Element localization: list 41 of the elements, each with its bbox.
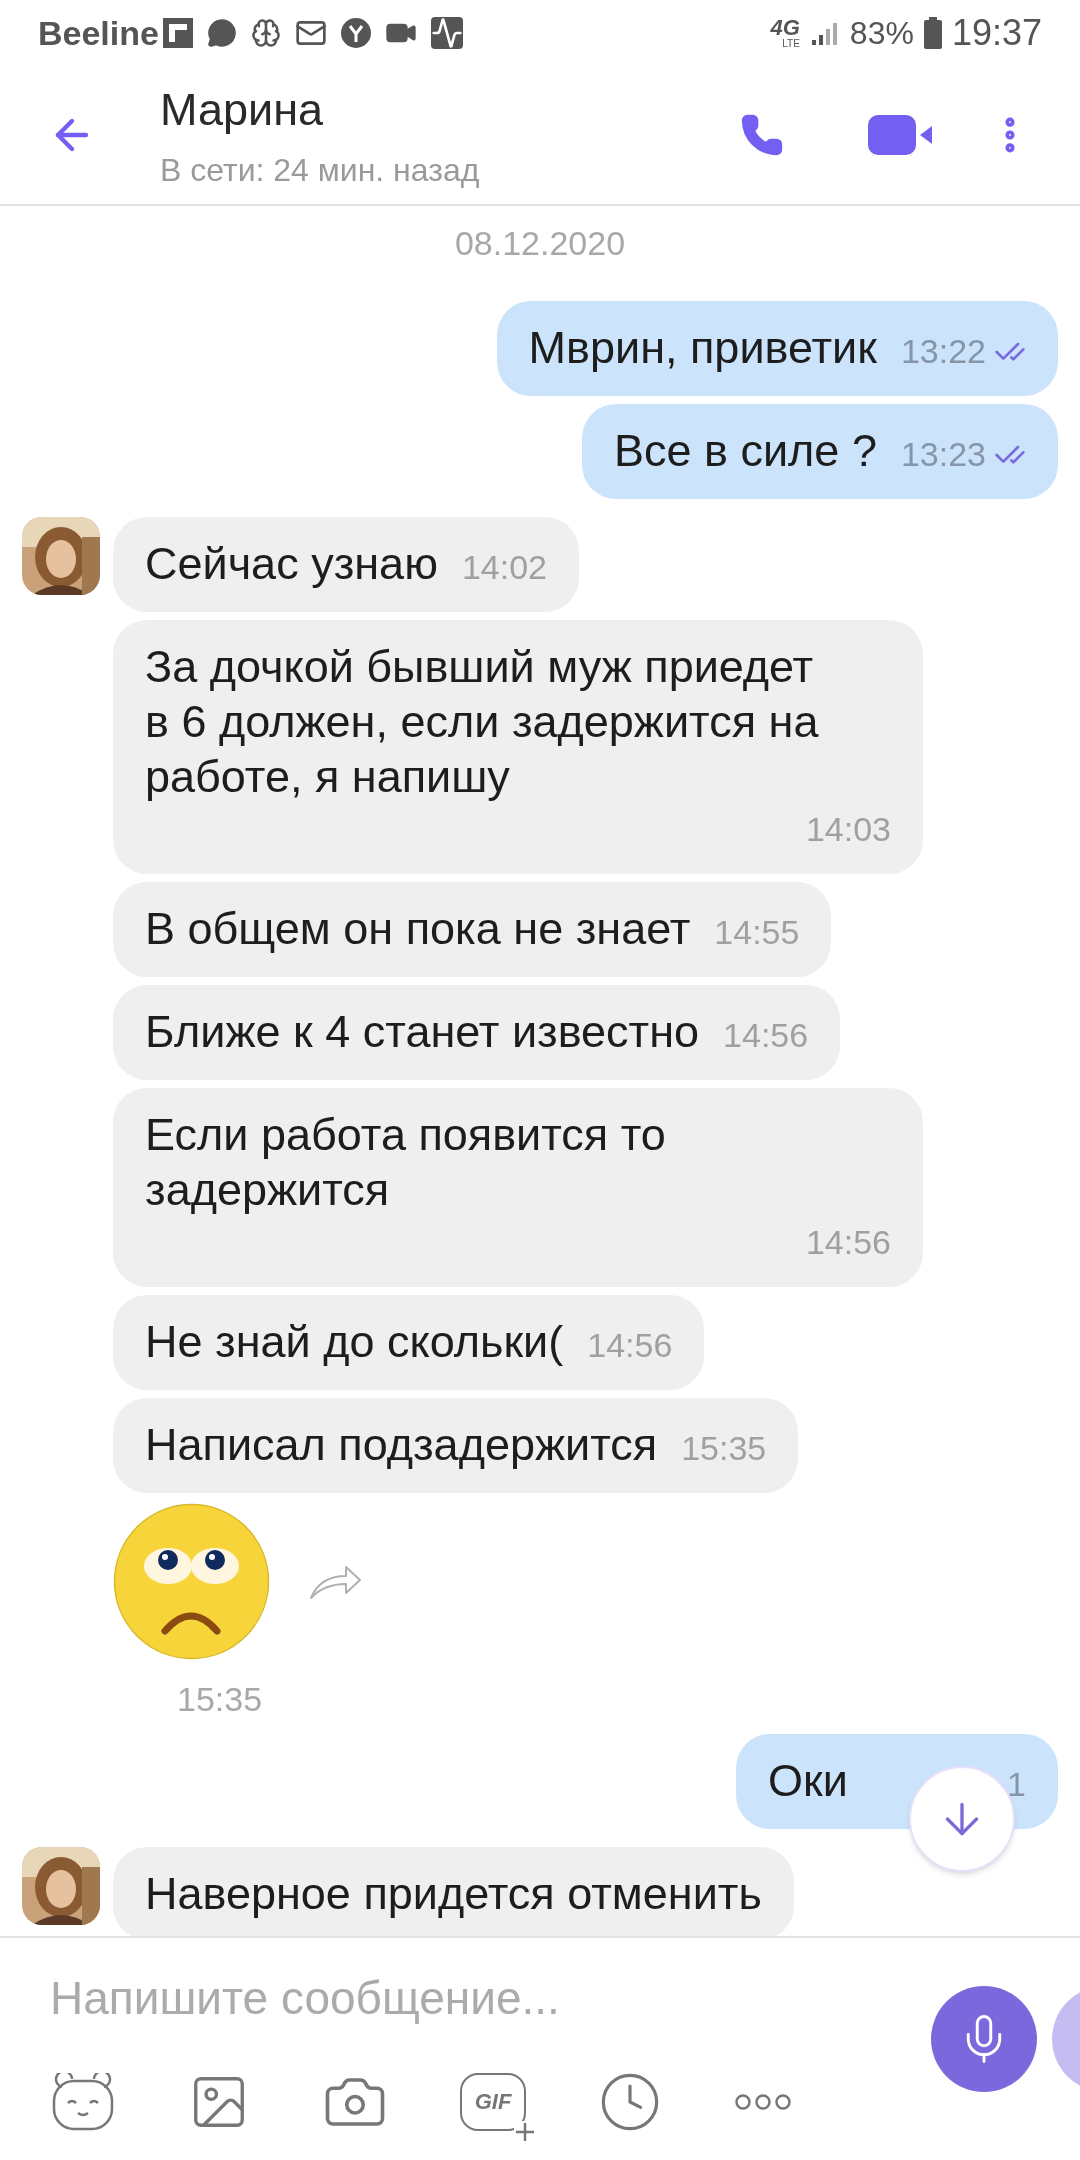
message-text: Оки <box>768 1754 848 1808</box>
message-text: Ближе к 4 станет известно <box>145 1005 700 1059</box>
message-time: 14:55 <box>714 912 800 953</box>
message-time: 14:56 <box>723 1015 809 1056</box>
message-time: 1 <box>1007 1764 1026 1805</box>
message-text: За дочкой бывший муж приедет в 6 должен, если задержится на работе, я напишу <box>145 640 820 804</box>
last-seen-status: В сети: 24 мин. назад <box>160 150 480 190</box>
message-time: 13:23 <box>900 434 986 475</box>
video-call-button[interactable] <box>868 113 934 157</box>
message-time: 15:35 <box>681 1428 767 1469</box>
message-time: 14:03 <box>805 809 891 850</box>
message-text: Написал подзадержится <box>145 1418 658 1472</box>
message-time: 15:35 <box>177 1682 264 1716</box>
message-time: 14:02 <box>461 547 547 588</box>
message-text: Если работа появится то задержится <box>145 1108 667 1217</box>
message-time: 13:22 <box>900 331 986 372</box>
bear-face-icon[interactable] <box>50 2072 116 2131</box>
message-time: 14:56 <box>587 1325 673 1366</box>
message-text: Все в силе ? <box>614 424 877 478</box>
message-text: Наверное придется отменить <box>145 1867 762 1921</box>
activity-icon <box>430 17 463 49</box>
square-icon <box>162 18 193 48</box>
message-text: Сейчас узнаю <box>145 537 438 591</box>
message-text: В общем он пока не знает <box>145 902 691 956</box>
message-time: 14:56 <box>805 1222 891 1263</box>
network-subtype: LTE <box>782 39 800 49</box>
carrier-name: Beeline <box>38 12 159 54</box>
circle-icon <box>340 18 371 48</box>
chat-bubble-icon <box>206 18 237 48</box>
network-type: 4G <box>770 17 800 39</box>
message-text: Мврин, приветик <box>528 321 877 375</box>
battery-icon <box>923 17 942 49</box>
call-button[interactable] <box>740 113 784 157</box>
contact-name: Марина <box>160 83 325 138</box>
date-separator: 08.12.2020 <box>454 223 626 264</box>
more-icon[interactable] <box>734 2092 792 2111</box>
clock-time: 19:37 <box>951 11 1042 55</box>
battery-percent: 83% <box>849 14 914 53</box>
message-input[interactable]: Напишите сообщение... <box>50 1963 870 2033</box>
message-text: Не знай до скольки( <box>145 1315 564 1369</box>
brain-icon <box>250 18 281 48</box>
